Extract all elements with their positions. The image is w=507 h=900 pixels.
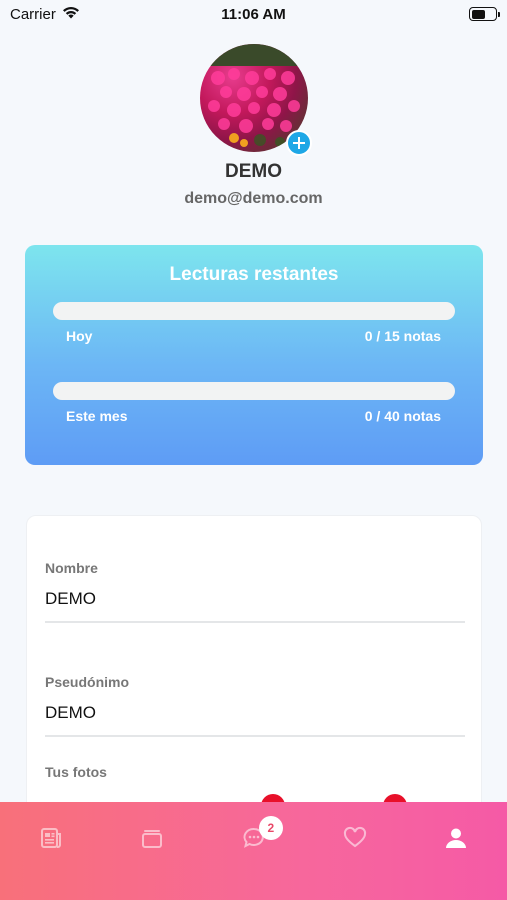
name-field-label: Nombre [45,560,98,576]
month-count: 0 / 40 notas [364,408,441,424]
tab-profile[interactable] [406,802,507,900]
bottom-tab-bar: 2 [0,802,507,900]
remaining-reads-card: Lecturas restantes Hoy 0 / 15 notas Este… [25,245,483,465]
tab-messages[interactable]: 2 [203,802,304,900]
photos-label: Tus fotos [45,764,107,780]
alias-field[interactable]: DEMO [45,703,96,723]
alias-field-label: Pseudónimo [45,674,130,690]
user-icon [446,828,467,848]
alias-field-underline [45,735,465,737]
wifi-icon [62,6,80,23]
profile-name: DEMO [225,161,282,182]
today-label: Hoy [66,328,93,344]
battery-icon [469,7,500,21]
tab-news[interactable] [0,802,101,900]
profile-avatar-container[interactable] [200,44,312,156]
plus-icon [293,137,305,149]
name-field[interactable]: DEMO [45,589,96,609]
reads-title: Lecturas restantes [169,264,339,285]
heart-icon [343,826,366,848]
today-count: 0 / 15 notas [364,328,441,344]
status-bar: Carrier 11:06 AM [0,0,507,28]
tab-favorites[interactable] [304,802,405,900]
tab-cards[interactable] [101,802,202,900]
carrier-label: Carrier [10,5,56,23]
name-field-underline [45,621,465,623]
add-photo-button[interactable] [286,130,312,156]
newspaper-icon [40,828,61,848]
profile-email: demo@demo.com [184,190,323,207]
cards-icon [142,830,163,848]
today-progress-bar [53,302,455,320]
month-progress-bar [53,382,455,400]
messages-badge: 2 [258,816,283,840]
month-label: Este mes [66,408,128,424]
